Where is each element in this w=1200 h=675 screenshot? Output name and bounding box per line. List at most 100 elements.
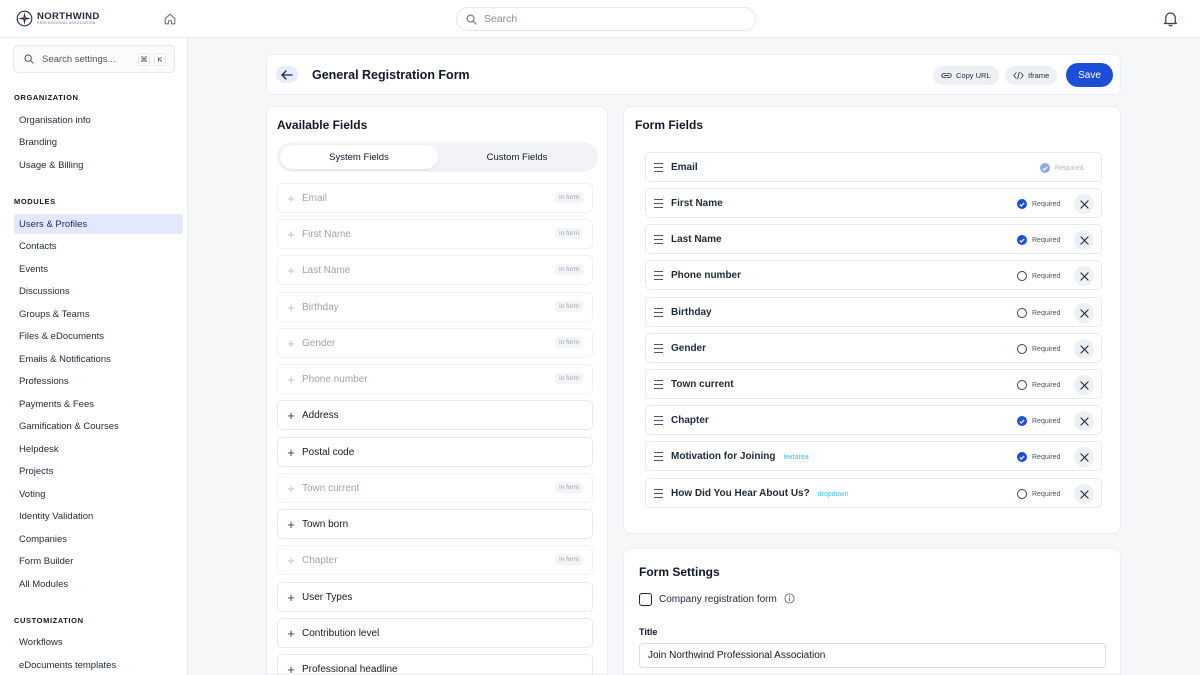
remove-field-button[interactable] (1074, 266, 1094, 286)
sidebar-item-emails-notifications[interactable]: Emails & Notifications (14, 349, 183, 369)
required-toggle[interactable]: Required (1017, 489, 1060, 499)
sidebar-item-voting[interactable]: Voting (14, 484, 183, 504)
sidebar-item-identity-validation[interactable]: Identity Validation (14, 506, 183, 526)
remove-field-button[interactable] (1074, 339, 1094, 359)
sidebar-item-payments-fees[interactable]: Payments & Fees (14, 394, 183, 414)
available-field-user-types[interactable]: + User Types (277, 582, 593, 612)
drag-handle-icon[interactable] (654, 271, 663, 280)
sidebar-item-workflows[interactable]: Workflows (14, 632, 183, 652)
sidebar-item-users-profiles[interactable]: Users & Profiles (14, 214, 183, 234)
available-field-label: Chapter (302, 554, 338, 566)
required-toggle[interactable]: Required (1017, 199, 1060, 209)
sidebar-item-branding[interactable]: Branding (14, 132, 183, 152)
drag-handle-icon[interactable] (654, 380, 663, 389)
available-field-contribution-level[interactable]: + Contribution level (277, 618, 593, 648)
global-search[interactable] (456, 7, 756, 31)
remove-field-button[interactable] (1074, 303, 1094, 323)
form-field-row-last-name[interactable]: Last Name Required (645, 224, 1102, 254)
drag-handle-icon[interactable] (654, 452, 663, 461)
sidebar-item-organisation-info[interactable]: Organisation info (14, 110, 183, 130)
global-search-input[interactable] (484, 13, 724, 25)
remove-field-button[interactable] (1074, 194, 1094, 214)
sidebar-item-helpdesk[interactable]: Helpdesk (14, 439, 183, 459)
drag-handle-icon[interactable] (654, 416, 663, 425)
available-field-first-name[interactable]: + First Name in form (277, 219, 593, 249)
tab-custom-fields[interactable]: Custom Fields (438, 145, 596, 169)
form-field-row-town-current[interactable]: Town current Required (645, 369, 1102, 399)
sidebar-item-all-modules[interactable]: All Modules (14, 574, 183, 594)
required-toggle[interactable]: Required (1017, 452, 1060, 462)
available-field-phone-number[interactable]: + Phone number in form (277, 364, 593, 394)
back-button[interactable] (276, 66, 298, 83)
tab-system-fields[interactable]: System Fields (280, 145, 438, 169)
drag-handle-icon[interactable] (654, 235, 663, 244)
required-toggle[interactable]: Required (1017, 380, 1060, 390)
brand-logo[interactable]: NORTHWIND PROFESSIONAL ASSOCIATION (16, 10, 100, 27)
save-button[interactable]: Save (1066, 63, 1113, 87)
remove-field-button[interactable] (1074, 484, 1094, 504)
sidebar-item-discussions[interactable]: Discussions (14, 281, 183, 301)
drag-handle-icon[interactable] (654, 308, 663, 317)
info-icon[interactable] (784, 593, 795, 604)
sidebar-item-form-builder[interactable]: Form Builder (14, 551, 183, 571)
iframe-button[interactable]: Iframe (1005, 66, 1058, 85)
sidebar-item-projects[interactable]: Projects (14, 461, 183, 481)
available-field-chapter[interactable]: + Chapter in form (277, 545, 593, 575)
company-registration-checkbox[interactable] (639, 593, 652, 606)
required-label: Required (1032, 381, 1061, 389)
close-icon (1079, 416, 1089, 426)
required-toggle[interactable]: Required (1017, 271, 1060, 281)
remove-field-button[interactable] (1074, 375, 1094, 395)
form-field-row-how-did-you-hear[interactable]: How Did You Hear About Us? dropdown Requi… (645, 478, 1102, 508)
sidebar-item-contacts[interactable]: Contacts (14, 236, 183, 256)
form-field-row-first-name[interactable]: First Name Required (645, 188, 1102, 218)
available-field-town-born[interactable]: + Town born (277, 509, 593, 539)
sidebar-item-professions[interactable]: Professions (14, 371, 183, 391)
form-field-row-email[interactable]: Email Required (645, 152, 1102, 182)
sidebar-item-usage-billing[interactable]: Usage & Billing (14, 155, 183, 175)
drag-handle-icon[interactable] (654, 199, 663, 208)
title-input[interactable] (639, 643, 1106, 668)
settings-search[interactable]: Search settings... ⌘ K (13, 45, 175, 73)
company-registration-label[interactable]: Company registration form (659, 594, 777, 605)
form-field-row-gender[interactable]: Gender Required (645, 333, 1102, 363)
available-field-address[interactable]: + Address (277, 400, 593, 430)
form-settings-panel: Form Settings Company registration form … (623, 548, 1121, 675)
sidebar-item-files-edocuments[interactable]: Files & eDocuments (14, 326, 183, 346)
drag-handle-icon[interactable] (654, 163, 663, 172)
settings-search-placeholder[interactable]: Search settings... (42, 54, 130, 65)
sidebar-item-events[interactable]: Events (14, 259, 183, 279)
form-field-row-birthday[interactable]: Birthday Required (645, 297, 1102, 327)
notifications-bell-icon[interactable] (1162, 10, 1179, 27)
form-field-row-chapter[interactable]: Chapter Required (645, 405, 1102, 435)
empty-circle-icon (1017, 380, 1027, 390)
copy-url-button[interactable]: Copy URL (933, 66, 999, 85)
form-field-row-motivation[interactable]: Motivation for Joining textarea Required (645, 441, 1102, 471)
available-field-professional-headline[interactable]: + Professional headline (277, 654, 593, 674)
available-field-postal-code[interactable]: + Postal code (277, 437, 593, 467)
sidebar-item-edocuments-templates[interactable]: eDocuments templates (14, 655, 183, 675)
required-toggle[interactable]: Required (1017, 308, 1060, 318)
form-field-row-phone-number[interactable]: Phone number Required (645, 260, 1102, 290)
remove-field-button[interactable] (1074, 447, 1094, 467)
remove-field-button[interactable] (1074, 411, 1094, 431)
remove-field-button[interactable] (1074, 230, 1094, 250)
available-field-town-current[interactable]: + Town current in form (277, 473, 593, 503)
home-icon[interactable] (163, 12, 177, 26)
sidebar-item-companies[interactable]: Companies (14, 529, 183, 549)
required-toggle[interactable]: Required (1017, 344, 1060, 354)
required-label: Required (1032, 345, 1061, 353)
drag-handle-icon[interactable] (654, 344, 663, 353)
drag-handle-icon[interactable] (654, 489, 663, 498)
sidebar-item-groups-teams[interactable]: Groups & Teams (14, 304, 183, 324)
available-field-email[interactable]: + Email in form (277, 183, 593, 213)
required-toggle[interactable]: Required (1017, 416, 1060, 426)
compass-logo-icon (16, 10, 33, 27)
available-field-last-name[interactable]: + Last Name in form (277, 255, 593, 285)
available-field-birthday[interactable]: + Birthday in form (277, 292, 593, 322)
in-form-badge: in form (555, 228, 583, 239)
sidebar-item-gamification-courses[interactable]: Gamification & Courses (14, 416, 183, 436)
plus-icon: + (287, 407, 295, 423)
available-field-gender[interactable]: + Gender in form (277, 328, 593, 358)
required-toggle[interactable]: Required (1017, 235, 1060, 245)
